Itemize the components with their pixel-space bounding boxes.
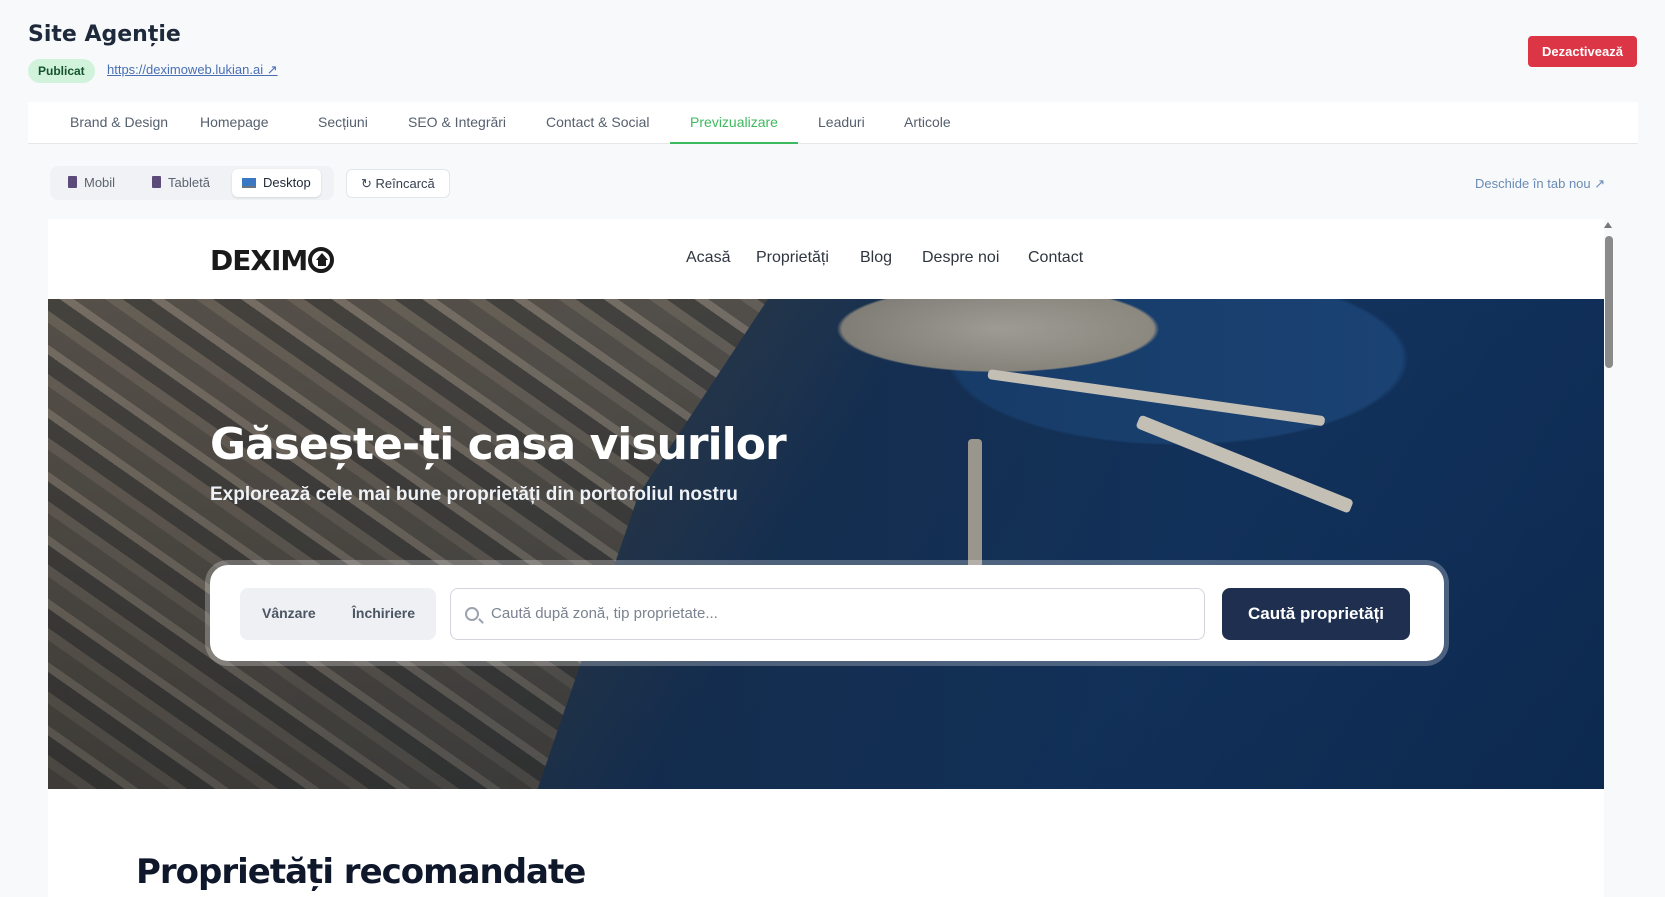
deactivate-button[interactable]: Dezactivează bbox=[1528, 36, 1637, 67]
device-desktop-button[interactable]: Desktop bbox=[232, 169, 321, 197]
site-url-link[interactable]: https://deximoweb.lukian.ai ↗ bbox=[107, 62, 278, 78]
hero-subtitle: Explorează cele mai bune proprietăți din… bbox=[210, 484, 738, 505]
device-mobile-button[interactable]: Mobil bbox=[58, 169, 125, 197]
tab-contact-social[interactable]: Contact & Social bbox=[546, 102, 650, 144]
scrollbar-thumb[interactable] bbox=[1605, 236, 1613, 368]
reload-button[interactable]: ↻ Reîncarcă bbox=[346, 169, 450, 198]
tab-preview[interactable]: Previzualizare bbox=[670, 102, 798, 144]
house-icon bbox=[308, 247, 335, 273]
search-card: Vânzare Închiriere Caută după zonă, tip … bbox=[210, 565, 1444, 661]
nav-about[interactable]: Despre noi bbox=[922, 249, 999, 267]
hero-breakwater bbox=[987, 369, 1326, 427]
nav-home[interactable]: Acasă bbox=[686, 249, 730, 267]
search-icon bbox=[465, 607, 479, 621]
tab-sections[interactable]: Secțiuni bbox=[318, 102, 368, 144]
tab-articles[interactable]: Articole bbox=[904, 102, 951, 144]
featured-properties-title: Proprietăți recomandate bbox=[136, 852, 586, 892]
tab-leads[interactable]: Leaduri bbox=[818, 102, 865, 144]
tab-bar: Brand & Design Homepage Secțiuni SEO & I… bbox=[28, 102, 1638, 144]
nav-contact[interactable]: Contact bbox=[1028, 249, 1083, 267]
rent-option[interactable]: Închiriere bbox=[352, 605, 415, 621]
tablet-icon bbox=[152, 176, 161, 188]
open-new-tab-link[interactable]: Deschide în tab nou ↗ bbox=[1475, 176, 1605, 192]
tab-brand-design[interactable]: Brand & Design bbox=[70, 102, 168, 144]
device-tablet-button[interactable]: Tabletă bbox=[142, 169, 220, 197]
hero-breakwater-arm bbox=[1135, 414, 1354, 514]
mobile-icon bbox=[68, 176, 77, 188]
hero-title: Găsește-ți casa visurilor bbox=[210, 419, 787, 470]
site-logo[interactable]: DEXI M bbox=[210, 241, 335, 279]
hero-city-image bbox=[48, 299, 768, 789]
nav-properties[interactable]: Proprietăți bbox=[756, 249, 829, 267]
scroll-up-icon[interactable] bbox=[1604, 222, 1612, 228]
site-preview-frame[interactable]: DEXI M Acasă Proprietăți Blog Despre noi … bbox=[48, 219, 1604, 897]
preview-navbar: DEXI M Acasă Proprietăți Blog Despre noi … bbox=[48, 219, 1604, 299]
hero-banner: Găsește-ți casa visurilor Explorează cel… bbox=[48, 299, 1604, 789]
tab-seo-integrations[interactable]: SEO & Integrări bbox=[408, 102, 506, 144]
search-input[interactable]: Caută după zonă, tip proprietate... bbox=[450, 588, 1205, 640]
nav-blog[interactable]: Blog bbox=[860, 249, 892, 267]
listing-type-toggle: Vânzare Închiriere bbox=[240, 588, 436, 640]
tab-homepage[interactable]: Homepage bbox=[200, 102, 269, 144]
search-properties-button[interactable]: Caută proprietăți bbox=[1222, 588, 1410, 640]
page-title: Site Agenție bbox=[28, 22, 181, 47]
status-badge: Publicat bbox=[28, 59, 95, 83]
search-placeholder: Caută după zonă, tip proprietate... bbox=[491, 605, 718, 622]
desktop-icon bbox=[242, 178, 256, 188]
sale-option[interactable]: Vânzare bbox=[262, 605, 316, 621]
device-switcher: Mobil Tabletă Desktop bbox=[50, 166, 334, 200]
